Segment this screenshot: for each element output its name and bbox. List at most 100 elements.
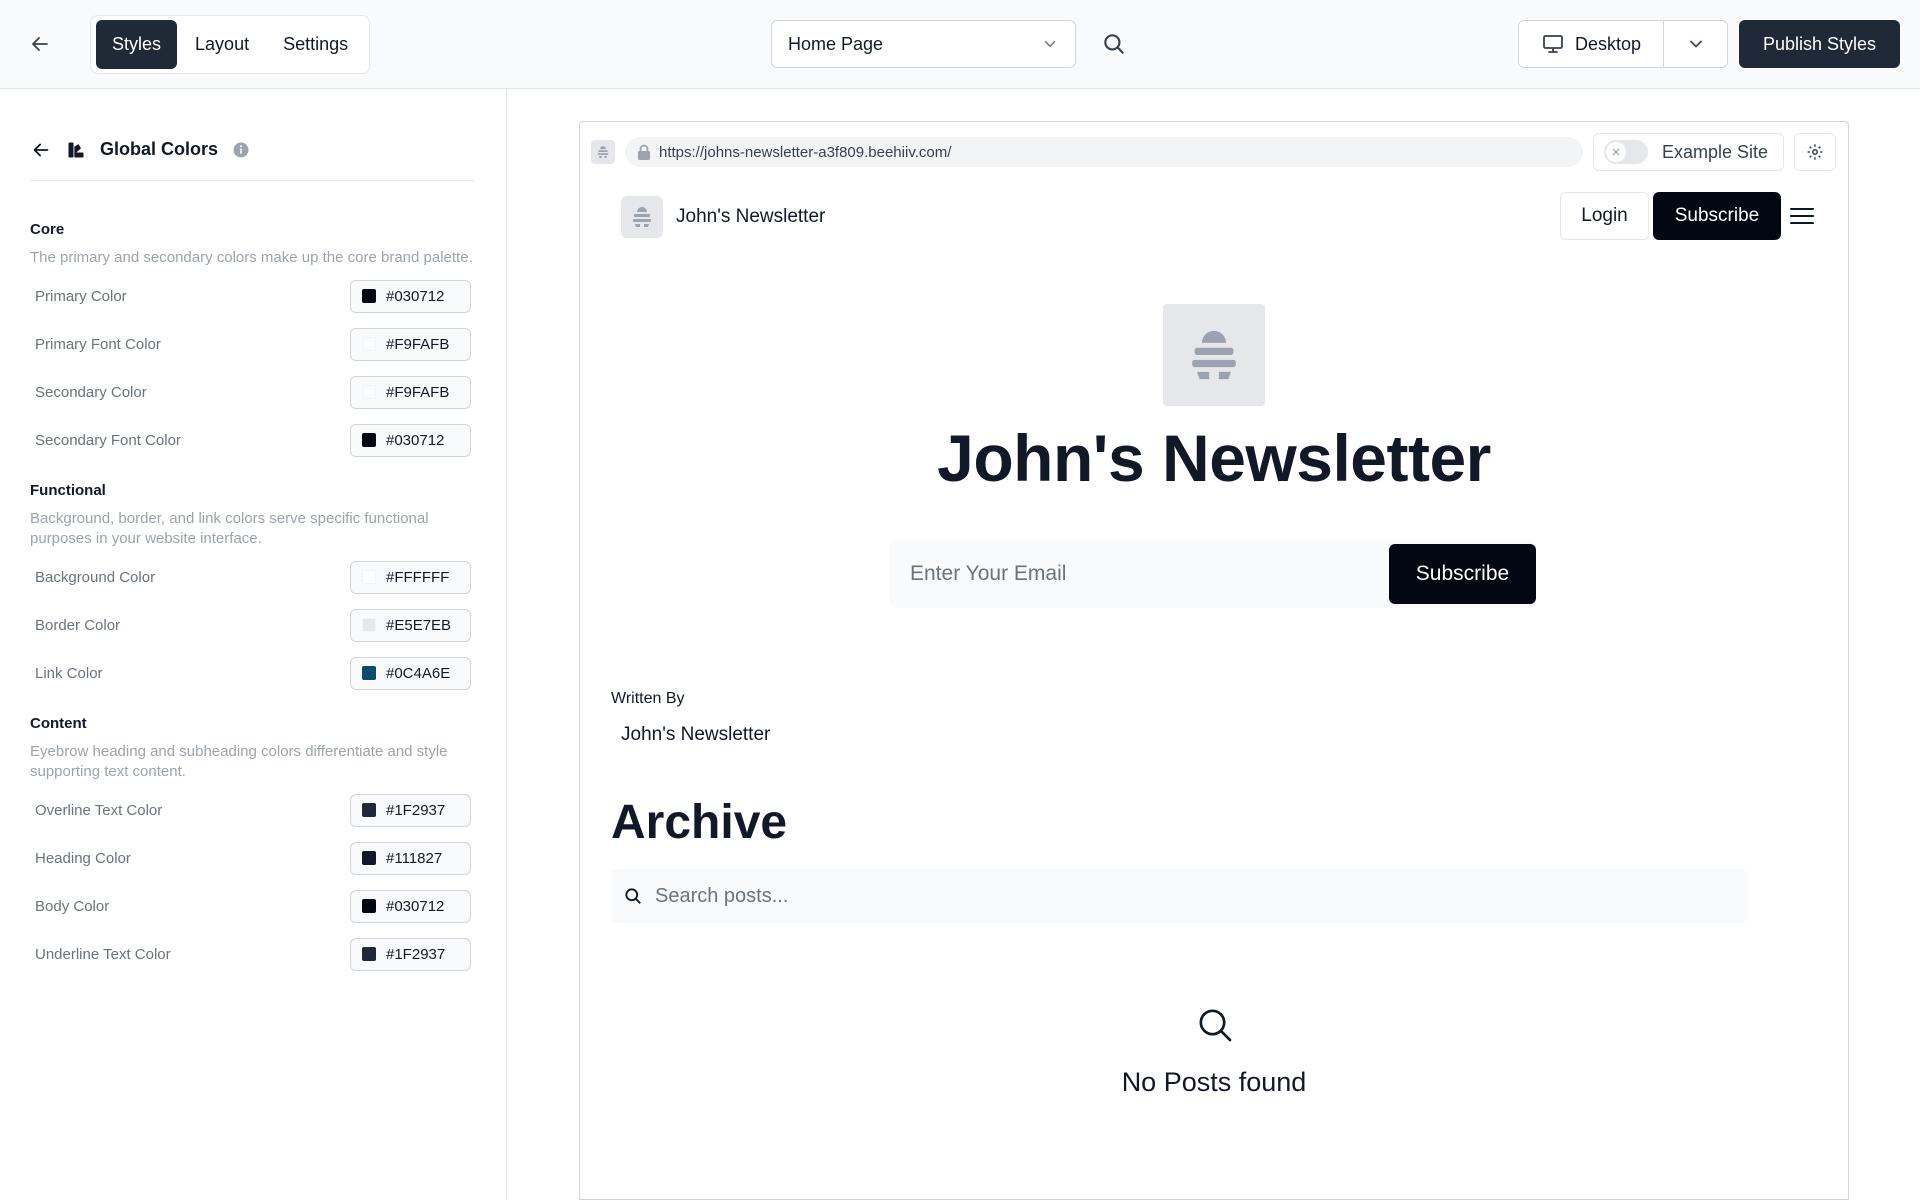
tab-styles[interactable]: Styles (96, 20, 178, 69)
hero-logo-icon (1163, 304, 1265, 406)
color-picker-button[interactable]: #1F2937 (350, 793, 471, 827)
section-title: Functional (30, 482, 106, 499)
color-swatch (362, 337, 376, 351)
color-picker-button[interactable]: #111827 (350, 841, 471, 875)
color-label: Primary Font Color (35, 335, 161, 353)
login-button[interactable]: Login (1560, 192, 1649, 240)
color-value: #1F2937 (386, 801, 446, 819)
lock-icon (637, 144, 651, 160)
site-preview: https://johns-newsletter-a3f809.beehiiv.… (579, 121, 1849, 1200)
color-swatch (362, 433, 376, 447)
color-value: #1F2937 (386, 945, 446, 963)
archive-heading: Archive (611, 796, 788, 849)
search-icon[interactable] (1101, 31, 1127, 57)
section-description: Eyebrow heading and subheading colors di… (30, 743, 448, 780)
color-value: #0C4A6E (386, 664, 451, 682)
color-picker-button[interactable]: #1F2937 (350, 937, 471, 971)
tab-settings[interactable]: Settings (267, 20, 364, 69)
editor-tabs: Styles Layout Settings (90, 15, 371, 74)
color-row: Link Color #0C4A6E (30, 649, 475, 697)
color-label: Primary Color (35, 287, 127, 305)
page-select-value: Home Page (788, 33, 884, 54)
top-toolbar: Styles Layout Settings Home Page Desktop… (0, 0, 1920, 89)
color-picker-button[interactable]: #E5E7EB (350, 608, 471, 642)
page-select[interactable]: Home Page (771, 20, 1076, 68)
site-name[interactable]: John's Newsletter (676, 206, 825, 228)
search-icon (623, 886, 643, 906)
device-selector: Desktop (1518, 20, 1728, 68)
chevron-down-icon (1041, 35, 1059, 53)
preview-url-bar: https://johns-newsletter-a3f809.beehiiv.… (580, 122, 1848, 182)
color-label: Secondary Color (35, 383, 147, 401)
color-picker-button[interactable]: #030712 (350, 279, 471, 313)
color-label: Heading Color (35, 849, 131, 867)
subscribe-button[interactable]: Subscribe (1653, 192, 1781, 240)
section-description: The primary and secondary colors make up… (30, 249, 473, 266)
color-label: Overline Text Color (35, 801, 163, 819)
color-picker-button[interactable]: #F9FAFB (350, 327, 471, 361)
written-by-label: Written By (611, 690, 685, 707)
section-title: Core (30, 221, 65, 238)
site-navbar: John's Newsletter Login Subscribe (621, 192, 1814, 242)
color-value: #E5E7EB (386, 616, 452, 634)
color-swatch (362, 570, 376, 584)
color-value: #030712 (386, 431, 445, 449)
back-arrow-icon[interactable] (30, 139, 52, 161)
color-picker-button[interactable]: #030712 (350, 889, 471, 923)
color-label: Underline Text Color (35, 945, 171, 963)
color-label: Link Color (35, 664, 103, 682)
email-field[interactable] (890, 540, 1389, 608)
site-logo-icon[interactable] (621, 196, 663, 238)
color-row: Border Color #E5E7EB (30, 601, 475, 649)
device-label: Desktop (1575, 33, 1642, 54)
color-label: Border Color (35, 616, 121, 634)
url-text: https://johns-newsletter-a3f809.beehiiv.… (659, 143, 952, 161)
chevron-down-icon (1686, 34, 1706, 54)
color-swatch (362, 851, 376, 865)
search-input[interactable] (655, 884, 1748, 908)
color-row: Heading Color #111827 (30, 834, 475, 882)
section-title: Content (30, 715, 87, 732)
monitor-icon (1541, 32, 1565, 56)
color-value: #FFFFFF (386, 568, 450, 586)
color-value: #111827 (386, 849, 443, 867)
toggle-switch[interactable]: ✕ (1604, 140, 1648, 164)
device-dropdown-button[interactable] (1664, 21, 1727, 67)
color-value: #F9FAFB (386, 383, 450, 401)
example-site-toggle[interactable]: ✕ Example Site (1593, 133, 1784, 171)
subscribe-form: Subscribe (890, 540, 1536, 608)
back-arrow-icon[interactable] (28, 32, 52, 56)
tab-layout[interactable]: Layout (179, 20, 265, 69)
color-value: #030712 (386, 897, 445, 915)
hamburger-menu-icon[interactable] (1789, 205, 1815, 227)
sidebar-body: Core The primary and secondary colors ma… (30, 221, 475, 996)
info-icon[interactable] (232, 141, 250, 159)
color-picker-button[interactable]: #0C4A6E (350, 656, 471, 690)
color-swatch (362, 803, 376, 817)
color-row: Underline Text Color #1F2937 (30, 930, 475, 978)
gear-icon[interactable] (1794, 133, 1836, 171)
author-name[interactable]: John's Newsletter (621, 724, 770, 746)
search-icon (1195, 1005, 1235, 1045)
color-picker-button[interactable]: #FFFFFF (350, 560, 471, 594)
subscribe-submit-button[interactable]: Subscribe (1389, 544, 1536, 604)
color-picker-button[interactable]: #F9FAFB (350, 375, 471, 409)
section-description: Background, border, and link colors serv… (30, 510, 429, 547)
color-picker-button[interactable]: #030712 (350, 423, 471, 457)
color-row: Background Color #FFFFFF (30, 553, 475, 601)
archive-search (611, 869, 1748, 923)
core-section: Core The primary and secondary colors ma… (30, 221, 475, 464)
color-value: #F9FAFB (386, 335, 450, 353)
empty-state-text: No Posts found (1121, 1067, 1307, 1097)
color-label: Background Color (35, 568, 156, 586)
close-icon: ✕ (1606, 142, 1626, 162)
color-swatch (362, 947, 376, 961)
publish-styles-button[interactable]: Publish Styles (1739, 20, 1900, 68)
site-favicon-icon (591, 140, 615, 164)
content-section: Content Eyebrow heading and subheading c… (30, 715, 475, 978)
color-swatch (362, 385, 376, 399)
device-button[interactable]: Desktop (1519, 21, 1665, 67)
color-label: Body Color (35, 897, 110, 915)
color-label: Secondary Font Color (35, 431, 181, 449)
color-row: Primary Color #030712 (30, 272, 475, 320)
